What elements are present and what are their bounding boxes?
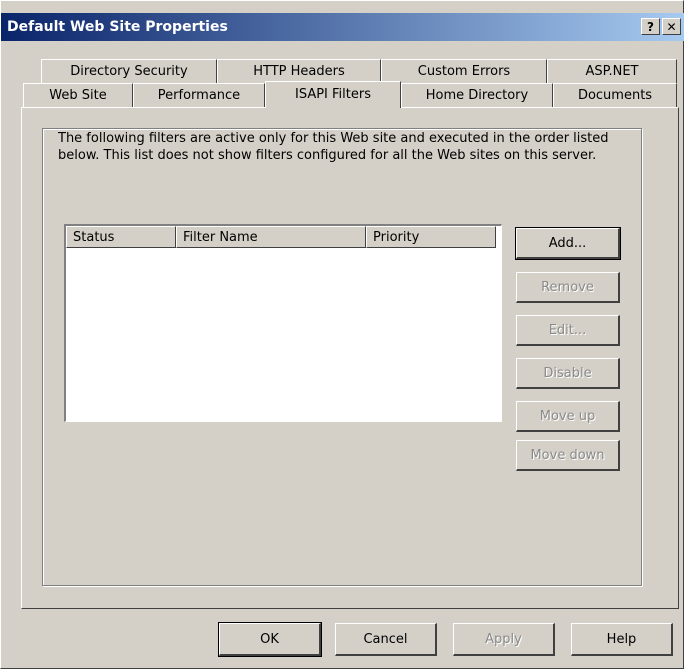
tab-directory-security[interactable]: Directory Security [41,59,217,83]
tab-aspnet[interactable]: ASP.NET [547,59,677,83]
window-title: Default Web Site Properties [7,19,228,35]
column-priority[interactable]: Priority [366,226,496,248]
filters-list[interactable]: Status Filter Name Priority [64,224,502,422]
filters-description: The following filters are active only fo… [58,131,609,163]
close-icon[interactable]: ✕ [662,18,681,35]
apply-button[interactable]: Apply [453,623,555,656]
list-header: Status Filter Name Priority [66,226,501,248]
edit-button[interactable]: Edit... [516,315,620,346]
title-bar: Default Web Site Properties ? ✕ [1,13,684,41]
column-filter-name[interactable]: Filter Name [176,226,366,248]
tab-documents[interactable]: Documents [553,83,677,107]
tab-home-directory[interactable]: Home Directory [401,83,553,107]
move-up-button[interactable]: Move up [516,401,620,432]
ok-button[interactable]: OK [218,622,322,657]
help-icon[interactable]: ? [641,18,660,35]
column-status[interactable]: Status [66,226,176,248]
tab-custom-errors[interactable]: Custom Errors [381,59,547,83]
help-button[interactable]: Help [571,623,673,656]
tab-web-site[interactable]: Web Site [23,83,133,107]
tab-performance[interactable]: Performance [133,83,265,107]
disable-button[interactable]: Disable [516,358,620,389]
cancel-button[interactable]: Cancel [335,623,437,656]
properties-dialog: Default Web Site Properties ? ✕ Director… [0,0,684,669]
move-down-button[interactable]: Move down [516,440,620,471]
tab-http-headers[interactable]: HTTP Headers [217,59,381,83]
remove-button[interactable]: Remove [516,272,620,303]
add-button[interactable]: Add... [515,227,621,260]
tab-isapi-filters[interactable]: ISAPI Filters [265,81,401,108]
isapi-filters-panel: The following filters are active only fo… [21,107,679,609]
